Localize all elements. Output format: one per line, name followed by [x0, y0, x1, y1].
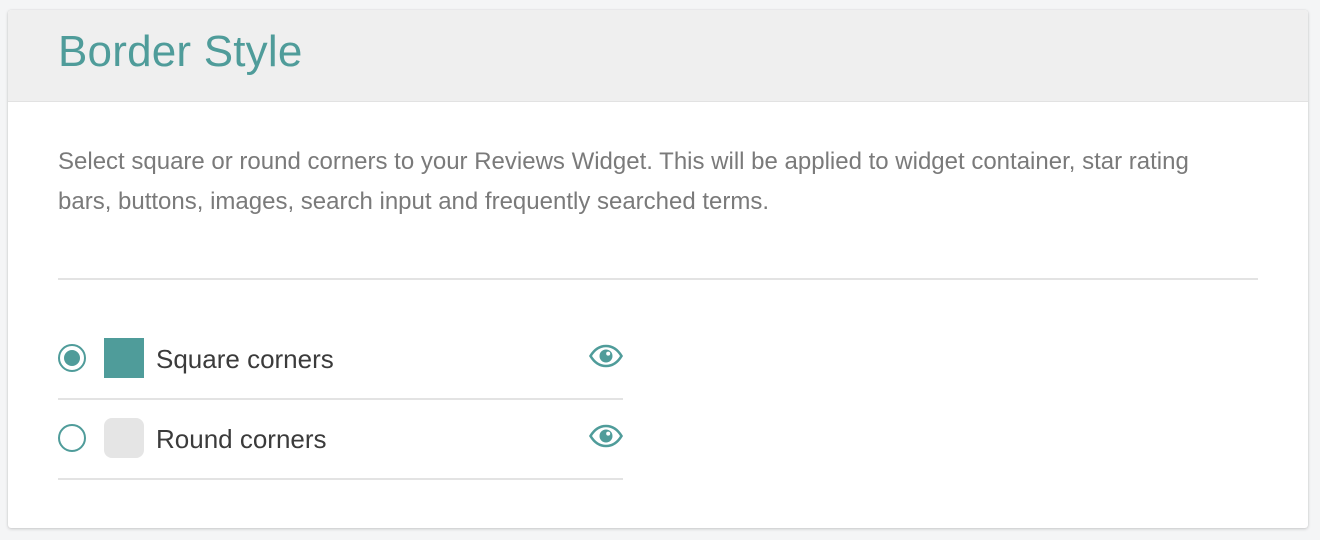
option-round-corners[interactable]: Round corners — [58, 400, 623, 480]
border-style-options: Square corners Round corners — [58, 320, 623, 480]
square-corners-radio[interactable] — [58, 344, 86, 372]
eye-icon[interactable] — [589, 424, 623, 448]
border-style-card: Border Style Select square or round corn… — [8, 10, 1308, 528]
option-square-corners[interactable]: Square corners — [58, 320, 623, 400]
round-corners-label: Round corners — [156, 423, 327, 454]
divider — [58, 278, 1258, 280]
eye-icon[interactable] — [589, 344, 623, 368]
round-corners-swatch — [104, 418, 144, 458]
round-corners-radio[interactable] — [58, 424, 86, 452]
section-title: Border Style — [58, 26, 303, 76]
square-corners-swatch — [104, 338, 144, 378]
card-header: Border Style — [8, 10, 1308, 102]
card-body: Select square or round corners to your R… — [8, 102, 1308, 480]
square-corners-label: Square corners — [156, 343, 334, 374]
section-description: Select square or round corners to your R… — [58, 148, 1189, 215]
